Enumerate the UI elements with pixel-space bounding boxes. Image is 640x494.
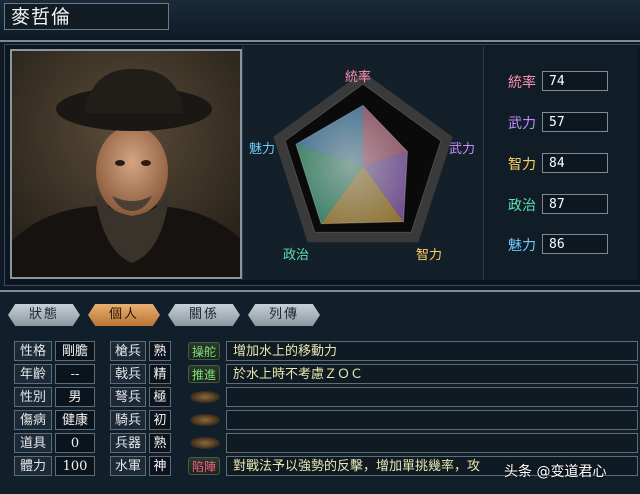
personal-value: 剛膽 (55, 341, 95, 361)
stat-value: 87 (542, 194, 608, 214)
tab-relations[interactable]: 關係 (168, 304, 240, 326)
stat-label: 智力 (508, 157, 536, 173)
skill-name[interactable]: 操舵 (188, 342, 220, 360)
troop-label: 兵器 (110, 433, 146, 453)
tab-status[interactable]: 狀態 (8, 304, 80, 326)
empty-skill-icon (190, 437, 220, 449)
stat-label: 魅力 (508, 238, 536, 254)
troop-aptitude: 熟 (149, 341, 171, 361)
officer-portrait (10, 49, 242, 279)
troop-aptitude: 初 (149, 410, 171, 430)
personal-label: 年齡 (14, 364, 52, 384)
personal-value: 男 (55, 387, 95, 407)
troop-aptitude: 神 (149, 456, 171, 476)
troop-label: 戟兵 (110, 364, 146, 384)
personal-value: 0 (55, 433, 95, 453)
empty-skill-icon (190, 414, 220, 426)
portrait-image (12, 51, 240, 277)
radar-label-leadership: 統率 (345, 70, 372, 85)
stat-value: 84 (542, 153, 608, 173)
radar-chart-area: 統率 武力 智力 政治 魅力 (242, 46, 484, 280)
troop-aptitude: 極 (149, 387, 171, 407)
radar-label-intelligence: 智力 (416, 248, 443, 263)
skill-description (226, 387, 638, 407)
tab-biography[interactable]: 列傳 (248, 304, 320, 326)
empty-skill-icon (190, 391, 220, 403)
skill-description: 於水上時不考慮ＺＯＣ (226, 364, 638, 384)
skill-name[interactable]: 陷陣 (188, 457, 220, 475)
troop-aptitude: 熟 (149, 433, 171, 453)
personal-label: 道具 (14, 433, 52, 453)
personal-label: 性格 (14, 341, 52, 361)
troop-label: 槍兵 (110, 341, 146, 361)
skill-name[interactable]: 推進 (188, 365, 220, 383)
stat-label: 統率 (508, 75, 536, 91)
stat-label: 武力 (508, 116, 536, 132)
skill-description (226, 433, 638, 453)
watermark: 头条 @变道君心 (504, 464, 607, 480)
stat-value: 74 (542, 71, 608, 91)
troop-aptitude: 精 (149, 364, 171, 384)
skill-description (226, 410, 638, 430)
personal-value: 健康 (55, 410, 95, 430)
skill-description: 增加水上的移動力 (226, 341, 638, 361)
personal-label: 傷病 (14, 410, 52, 430)
radar-label-politics: 政治 (283, 248, 310, 263)
personal-value: 100 (55, 456, 95, 476)
radar-label-charm: 魅力 (249, 142, 276, 157)
personal-value: -- (55, 364, 95, 384)
personal-label: 性別 (14, 387, 52, 407)
tab-personal[interactable]: 個人 (88, 304, 160, 326)
officer-name: 麥哲倫 (4, 3, 169, 30)
stat-value: 86 (542, 234, 608, 254)
radar-label-war: 武力 (449, 142, 476, 157)
personal-label: 體力 (14, 456, 52, 476)
troop-label: 弩兵 (110, 387, 146, 407)
troop-label: 騎兵 (110, 410, 146, 430)
stat-value: 57 (542, 112, 608, 132)
stat-label: 政治 (508, 198, 536, 214)
troop-label: 水軍 (110, 456, 146, 476)
